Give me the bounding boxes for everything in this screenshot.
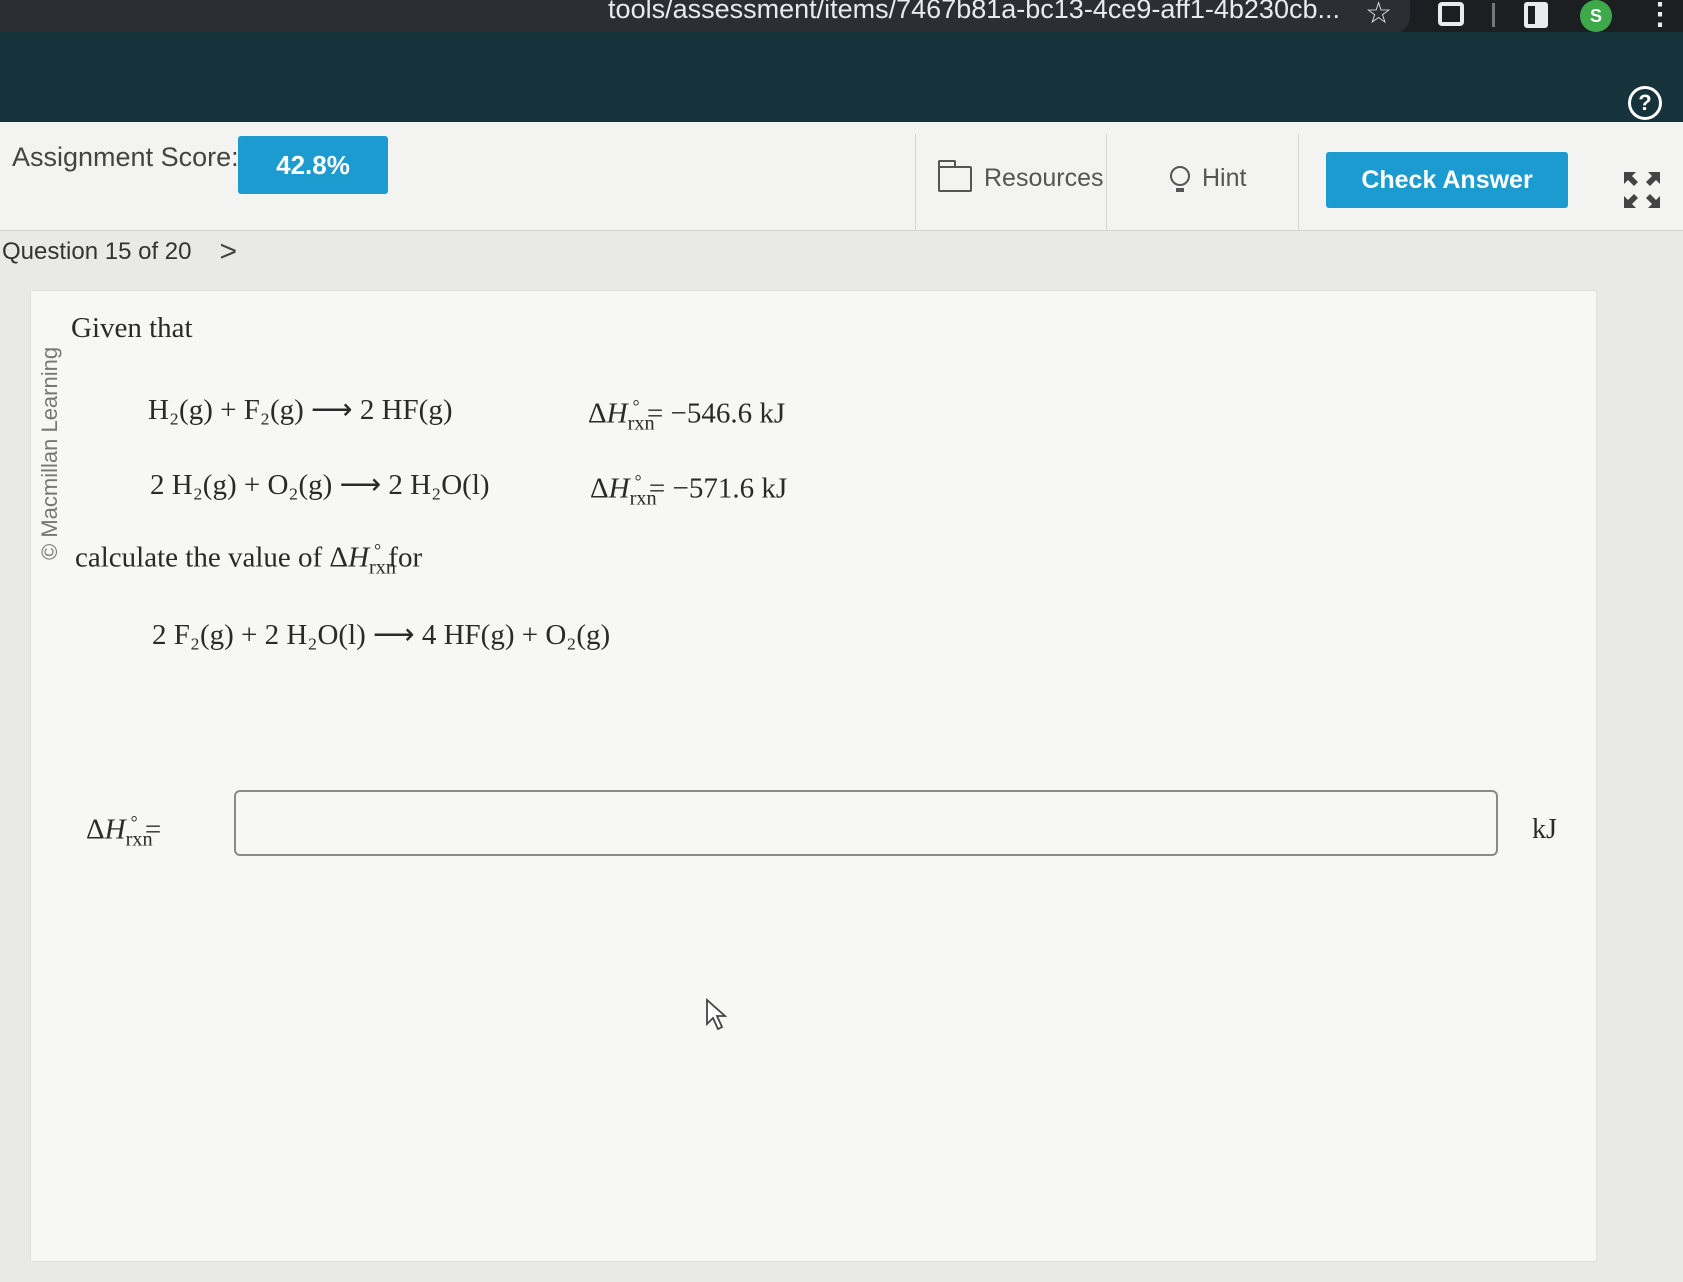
assignment-score-badge: 42.8% (238, 136, 388, 194)
reaction-1-enthalpy: ΔHrxn° = −546.6 kJ (588, 396, 786, 435)
given-that-text: Given that (71, 312, 193, 344)
url-text: tools/assessment/items/7467b81a-bc13-4ce… (608, 0, 1340, 24)
assignment-score-label: Assignment Score: (12, 142, 239, 172)
fullscreen-expand-icon[interactable] (1622, 170, 1662, 210)
answer-unit: kJ (1532, 814, 1557, 845)
prompt-text: calculate the value of ΔHrxn° for (75, 540, 423, 579)
resources-button[interactable]: Resources (937, 159, 1104, 193)
question-navigation: Question 15 of 20 > (2, 235, 237, 269)
answer-equals: = (144, 813, 162, 846)
reaction-2-enthalpy-value: = −571.6 kJ (648, 472, 788, 505)
browser-toolbar: tools/assessment/items/7467b81a-bc13-4ce… (0, 0, 1683, 34)
reaction-2-products: 2 H₂O(l) (388, 469, 490, 501)
prompt-before: calculate the value of (75, 541, 323, 574)
toolbar-divider (915, 134, 916, 230)
arrow-icon: ⟶ (339, 469, 382, 501)
toolbar-divider (1106, 134, 1107, 230)
arrow-icon: ⟶ (373, 619, 415, 651)
next-question-chevron-icon[interactable]: > (219, 235, 237, 269)
enthalpy-answer-input[interactable] (234, 790, 1498, 856)
target-reaction-reactants: 2 F₂(g) + 2 H₂O(l) (152, 619, 366, 651)
hint-label: Hint (1202, 164, 1247, 192)
reaction-1-reactants: H₂(g) + F₂(g) (148, 394, 304, 426)
arrow-icon: ⟶ (311, 394, 353, 426)
check-answer-button[interactable]: Check Answer (1326, 152, 1568, 208)
reaction-1: H₂(g) + F₂(g) ⟶ 2 HF(g) (148, 392, 453, 427)
reaction-2-reactants: 2 H₂(g) + O₂(g) (150, 469, 333, 501)
target-reaction: 2 F₂(g) + 2 H₂O(l) ⟶ 4 HF(g) + O₂(g) (152, 617, 610, 652)
prompt-after: for (388, 541, 423, 574)
resources-label: Resources (984, 164, 1104, 192)
target-reaction-products: 4 HF(g) + O₂(g) (421, 619, 611, 651)
help-icon[interactable]: ? (1628, 86, 1662, 120)
hint-button[interactable]: Hint (1170, 164, 1246, 193)
question-card (30, 290, 1597, 1262)
toolbar-divider (1298, 134, 1299, 230)
reaction-1-enthalpy-value: = −546.6 kJ (646, 397, 786, 430)
toolbar-divider (1492, 3, 1495, 27)
assignment-toolbar: Assignment Score: 42.8% Resources Hint C… (0, 122, 1683, 231)
browser-menu-icon[interactable]: ⋮ (1645, 0, 1675, 30)
answer-label: ΔHrxn° = (86, 812, 162, 851)
folder-icon (937, 159, 972, 192)
question-counter: Question 15 of 20 (2, 238, 192, 265)
extensions-icon[interactable] (1438, 2, 1464, 26)
reaction-2-enthalpy: ΔHrxn° = −571.6 kJ (590, 471, 788, 510)
profile-avatar[interactable]: S (1580, 0, 1612, 32)
copyright-label: © Macmillan Learning (37, 346, 62, 560)
reaction-1-products: 2 HF(g) (359, 394, 453, 426)
address-bar[interactable]: tools/assessment/items/7467b81a-bc13-4ce… (0, 0, 1410, 34)
bookmark-star-icon[interactable]: ☆ (1365, 0, 1392, 31)
mouse-cursor-icon (706, 998, 728, 1031)
reaction-2: 2 H₂(g) + O₂(g) ⟶ 2 H₂O(l) (150, 467, 490, 502)
lightbulb-icon (1170, 165, 1190, 192)
side-panel-icon[interactable] (1524, 2, 1548, 28)
